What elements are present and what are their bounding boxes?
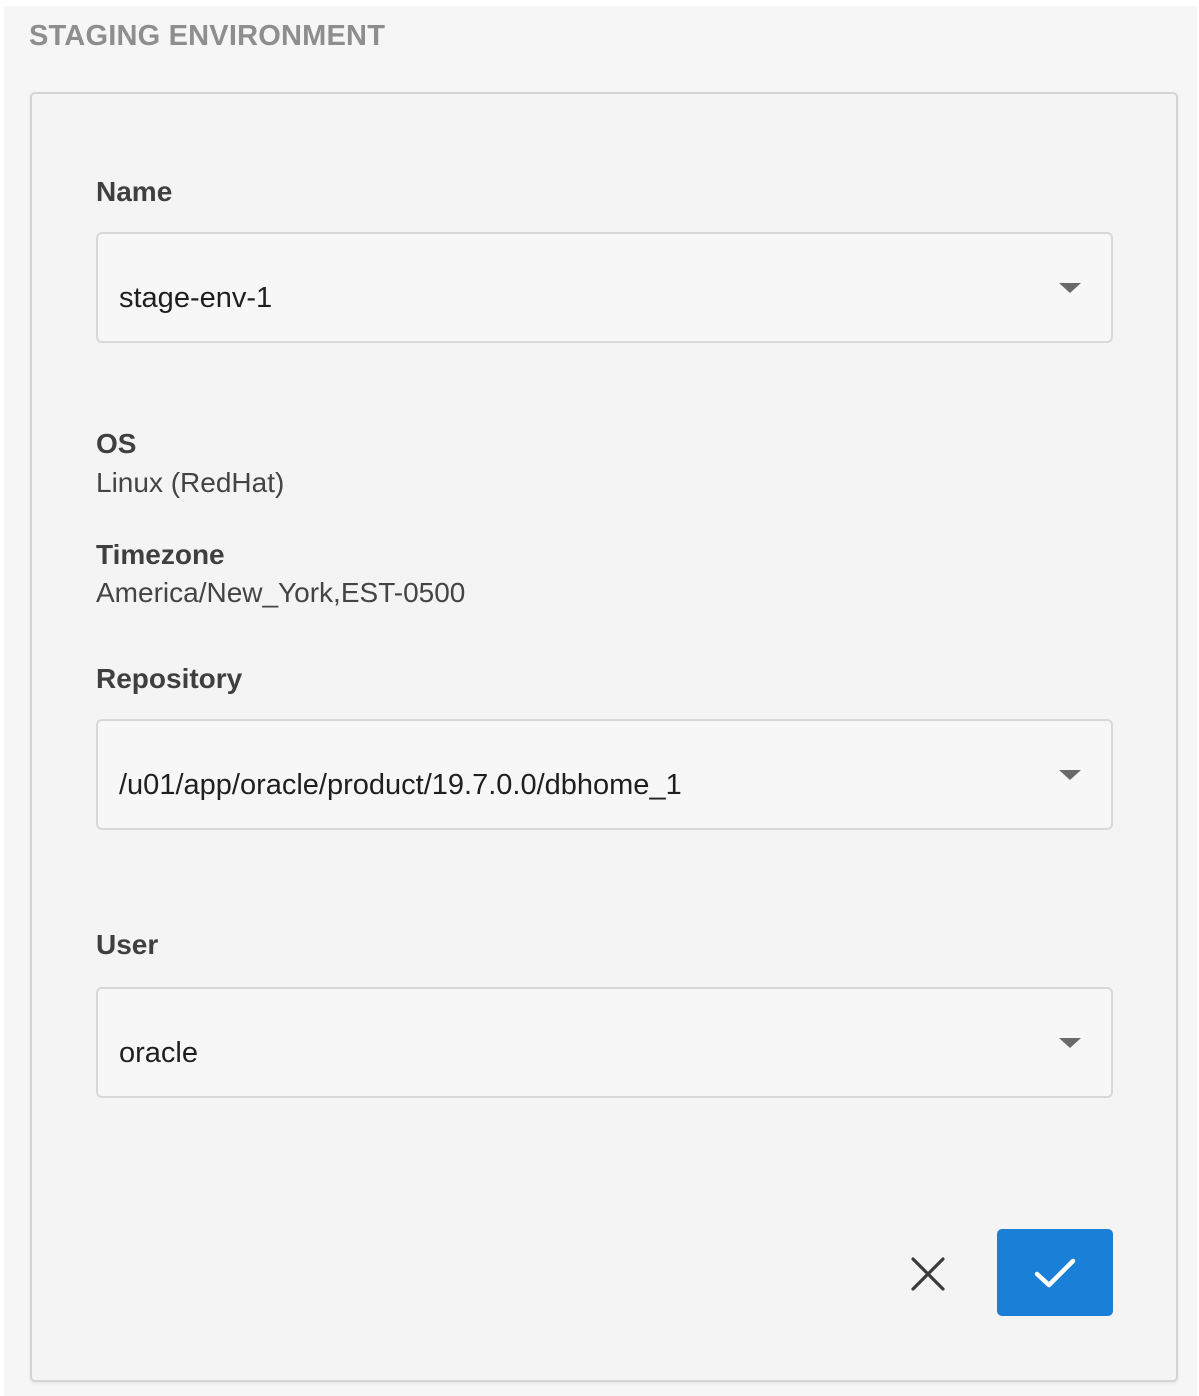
cancel-button[interactable] [903, 1249, 953, 1299]
name-label: Name [96, 176, 173, 207]
timezone-label: Timezone [96, 539, 225, 570]
confirm-button[interactable] [997, 1229, 1113, 1316]
user-select[interactable]: oracle [96, 987, 1113, 1098]
os-value: Linux (RedHat) [96, 467, 285, 498]
repository-label: Repository [96, 663, 243, 694]
section-title: STAGING ENVIRONMENT [29, 20, 386, 52]
repository-select[interactable]: /u01/app/oracle/product/19.7.0.0/dbhome_… [96, 719, 1113, 830]
chevron-down-icon [1059, 770, 1081, 780]
timezone-value: America/New_York,EST-0500 [96, 577, 466, 608]
name-select[interactable]: stage-env-1 [96, 232, 1113, 343]
name-select-value: stage-env-1 [119, 282, 273, 314]
repository-select-value: /u01/app/oracle/product/19.7.0.0/dbhome_… [119, 769, 682, 801]
chevron-down-icon [1059, 1038, 1081, 1048]
checkmark-icon [1034, 1258, 1076, 1287]
user-label: User [96, 929, 159, 960]
chevron-down-icon [1059, 283, 1081, 293]
os-label: OS [96, 428, 137, 459]
user-select-value: oracle [119, 1037, 198, 1069]
close-icon [911, 1257, 945, 1291]
